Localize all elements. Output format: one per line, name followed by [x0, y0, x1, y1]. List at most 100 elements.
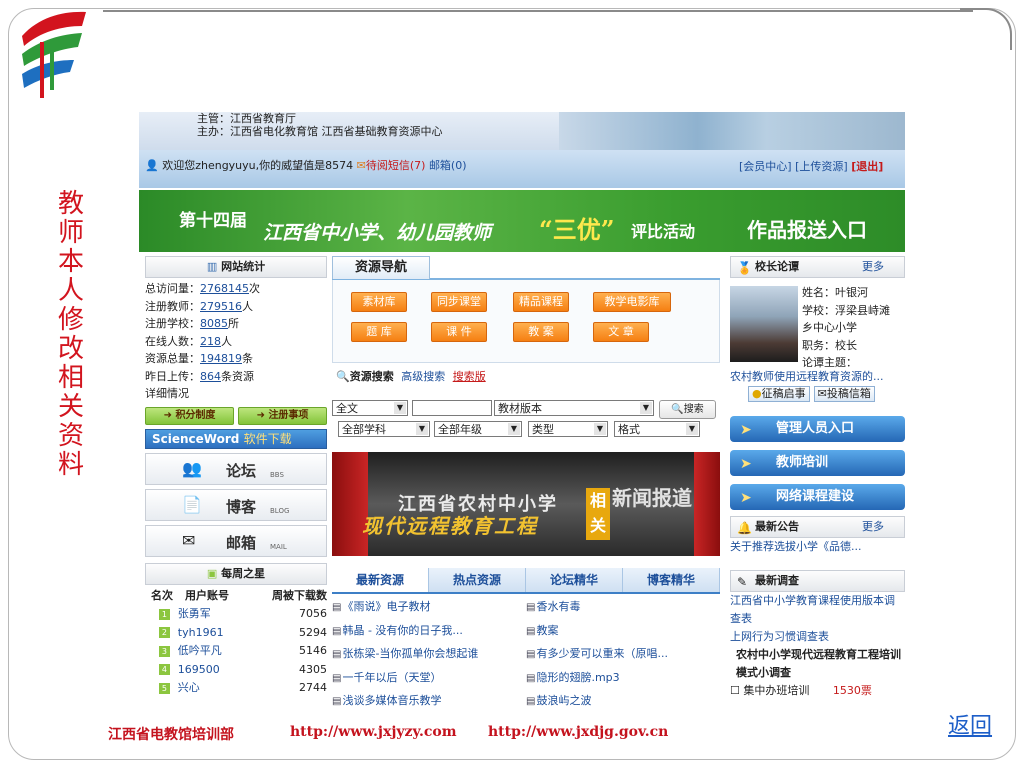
list-item[interactable]: 有多少爱可以重来（原唱... — [526, 643, 720, 667]
forum-button[interactable]: 👥 论坛 BBS — [145, 452, 327, 485]
messages-link[interactable]: 待阅短信(7) — [366, 159, 426, 172]
back-link[interactable]: 返回 — [948, 708, 992, 740]
principal-school: 学校：浮梁县峙滩 — [802, 303, 890, 317]
notice-header: 🔔 最新公告 更多 — [730, 516, 905, 538]
more-link[interactable]: 更多 — [862, 257, 884, 277]
list-item[interactable]: 鼓浪屿之波 — [526, 690, 720, 714]
list-item[interactable]: 教案 — [526, 620, 720, 644]
weekly-user-link[interactable]: 张勇军 — [178, 605, 288, 624]
middle-column: 资源导航 素材库 同步课堂 精品课程 教学电影库 题 库 课 件 教 案 文 章… — [332, 256, 720, 707]
stat-teachers-value[interactable]: 279516 — [200, 300, 242, 313]
tab-latest-resources[interactable]: 最新资源 — [332, 568, 429, 592]
material-library-button[interactable]: 素材库 — [351, 292, 407, 312]
stat-resources-value[interactable]: 194819 — [200, 352, 242, 365]
list-item[interactable]: 一千年以后（天堂） — [332, 667, 526, 691]
stat-schools-value[interactable]: 8085 — [200, 317, 228, 330]
type-select[interactable]: 类型 ▼ — [528, 421, 608, 437]
call-for-papers-button[interactable]: ●征稿启事 — [748, 386, 810, 402]
chart-icon: ▥ — [206, 260, 218, 273]
member-center-link[interactable]: [会员中心] — [739, 160, 792, 173]
points-policy-button[interactable]: ➜ 积分制度 — [145, 406, 234, 425]
blog-button[interactable]: 📄 博客 BLOG — [145, 488, 327, 521]
resource-nav-tab[interactable]: 资源导航 — [332, 256, 430, 279]
principal-school-cont: 乡中心小学 — [802, 321, 857, 334]
tab-blog-highlights[interactable]: 博客精华 — [623, 568, 720, 592]
list-item[interactable]: 张栋梁-当你孤单你会想起谁 — [332, 643, 526, 667]
badge-icon: 🏅 — [737, 261, 752, 275]
search-edition-link[interactable]: 搜索版 — [453, 370, 486, 383]
table-row: 1 张勇军 7056 — [145, 605, 327, 624]
stat-visits-value[interactable]: 2768145 — [200, 282, 249, 295]
scope-select[interactable]: 全文 ▼ — [332, 400, 408, 416]
sync-class-button[interactable]: 同步课堂 — [431, 292, 487, 312]
survey-item[interactable]: 江西省中小学教育课程使用版本调查表 — [730, 592, 905, 628]
teaching-film-button[interactable]: 教学电影库 — [593, 292, 671, 312]
weekly-user-link[interactable]: tyh1961 — [178, 624, 288, 643]
grade-select[interactable]: 全部年级 ▼ — [434, 421, 522, 437]
logout-link[interactable]: [退出] — [851, 160, 883, 173]
tab-hot-resources[interactable]: 热点资源 — [429, 568, 526, 592]
courseware-button[interactable]: 课 件 — [431, 322, 487, 342]
search-input[interactable] — [412, 400, 492, 416]
stat-yesterday-value[interactable]: 864 — [200, 370, 221, 383]
stat-online-value[interactable]: 218 — [200, 335, 221, 348]
subject-select[interactable]: 全部学科 ▼ — [338, 421, 430, 437]
header-photo — [559, 112, 905, 150]
lesson-plan-button[interactable]: 教 案 — [513, 322, 569, 342]
weekly-star-header: ▣ 每周之星 — [145, 562, 327, 585]
upload-link[interactable]: [上传资源] — [795, 160, 848, 173]
weekly-user-link[interactable]: 兴心 — [178, 679, 288, 698]
more-link[interactable]: 更多 — [862, 517, 884, 537]
list-item[interactable]: 浅谈多媒体音乐教学 — [332, 690, 526, 714]
survey-item[interactable]: 上网行为习惯调查表 — [730, 628, 905, 646]
arrow-right-icon: ➜ — [256, 409, 265, 421]
notice-item[interactable]: 关于推荐选拔小学《品德... — [730, 538, 905, 556]
scienceword-download-button[interactable]: ScienceWord 软件下载 — [145, 428, 327, 449]
teacher-training-button[interactable]: ➤ 教师培训 — [730, 450, 905, 476]
chevron-down-icon: ▼ — [640, 402, 652, 414]
weekly-user-link[interactable]: 低吟平凡 — [178, 642, 288, 661]
weekly-user-link[interactable]: 169500 — [178, 661, 288, 680]
distance-education-promo[interactable]: 江西省农村中小学 现代远程教育工程 相关 新闻报道 — [332, 452, 720, 556]
table-row: 2 tyh1961 5294 — [145, 624, 327, 643]
submission-mailbox-button[interactable]: ✉投稿信箱 — [813, 386, 875, 402]
list-item[interactable]: 香水有毒 — [526, 596, 720, 620]
event-banner[interactable]: 第十四届 江西省中小学、幼儿园教师 “三优” 评比活动 作品报送入口 — [139, 190, 905, 252]
principal-info: 姓名：叶银河 学校：浮梁县峙滩 乡中心小学 职务：校长 论谭主题： — [802, 284, 890, 372]
submission-buttons: ●征稿启事 ✉投稿信箱 — [730, 386, 905, 402]
slide-side-title: 教师本人修改相关资料 — [58, 189, 85, 480]
survey-question: 农村中小学现代远程教育工程培训模式小调查 — [736, 648, 901, 679]
principal-name: 姓名：叶银河 — [802, 286, 868, 299]
mailbox-link[interactable]: 邮箱(0) — [429, 159, 467, 172]
chevron-down-icon: ▼ — [594, 423, 606, 435]
stats-details-link[interactable]: 详细情况 — [145, 385, 327, 403]
tab-forum-highlights[interactable]: 论坛精华 — [526, 568, 623, 592]
resource-search-header: 🔍资源搜索 高级搜索 搜索版 — [336, 370, 486, 383]
stats-title: 网站统计 — [221, 260, 266, 273]
article-button[interactable]: 文 章 — [593, 322, 649, 342]
textbook-version-select[interactable]: 教材版本 ▼ — [494, 400, 654, 416]
advanced-search-link[interactable]: 高级搜索 — [401, 370, 445, 383]
question-bank-button[interactable]: 题 库 — [351, 322, 407, 342]
list-item[interactable]: 《雨说》电子教材 — [332, 596, 526, 620]
sponsor-line-1: 主管：江西省教育厅 — [197, 112, 296, 125]
online-course-button[interactable]: ➤ 网络课程建设 — [730, 484, 905, 510]
chevron-down-icon: ▼ — [394, 402, 406, 414]
list-item[interactable]: 韩晶 - 没有你的日子我... — [332, 620, 526, 644]
format-select[interactable]: 格式 ▼ — [614, 421, 700, 437]
search-button[interactable]: 🔍搜索 — [659, 400, 716, 419]
quality-course-button[interactable]: 精品课程 — [513, 292, 569, 312]
content-tabs: 最新资源 热点资源 论坛精华 博客精华 — [332, 568, 720, 594]
admin-entry-button[interactable]: ➤ 管理人员入口 — [730, 416, 905, 442]
left-column: ▥ 网站统计 总访问量：2768145次 注册教师：279516人 注册学校：8… — [145, 256, 327, 698]
latest-resource-lists: 《雨说》电子教材 韩晶 - 没有你的日子我... 张栋梁-当你孤单你会想起谁 一… — [332, 596, 720, 714]
survey-option[interactable]: ☐ 集中办班培训 1530票 — [730, 682, 905, 700]
arrow-right-icon: ➜ — [163, 409, 172, 421]
stat-yesterday: 昨日上传：864条资源 — [145, 369, 254, 383]
mail-button[interactable]: ✉ 邮箱 MAIL — [145, 524, 327, 557]
table-row: 5 兴心 2744 — [145, 679, 327, 698]
footer-url-2[interactable]: http://www.jxdjg.gov.cn — [488, 724, 668, 740]
list-item[interactable]: 隐形的翅膀.mp3 — [526, 667, 720, 691]
footer-url-1[interactable]: http://www.jxjyzy.com — [290, 724, 457, 740]
register-notes-button[interactable]: ➜ 注册事项 — [238, 406, 327, 425]
